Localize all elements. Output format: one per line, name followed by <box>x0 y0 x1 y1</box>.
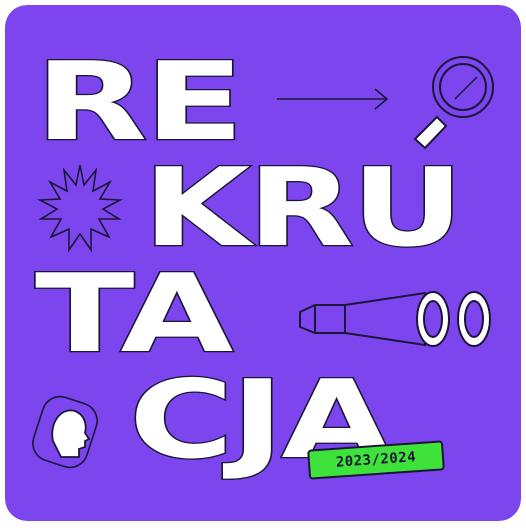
title-line-kru: KRU <box>141 146 465 271</box>
recruitment-poster: RE KRU TA CJA 2023/2024 <box>5 5 521 521</box>
year-badge-text: 2023/2024 <box>335 449 417 471</box>
title-line-re: RE <box>33 40 246 165</box>
title-line-ta: TA <box>33 252 235 377</box>
